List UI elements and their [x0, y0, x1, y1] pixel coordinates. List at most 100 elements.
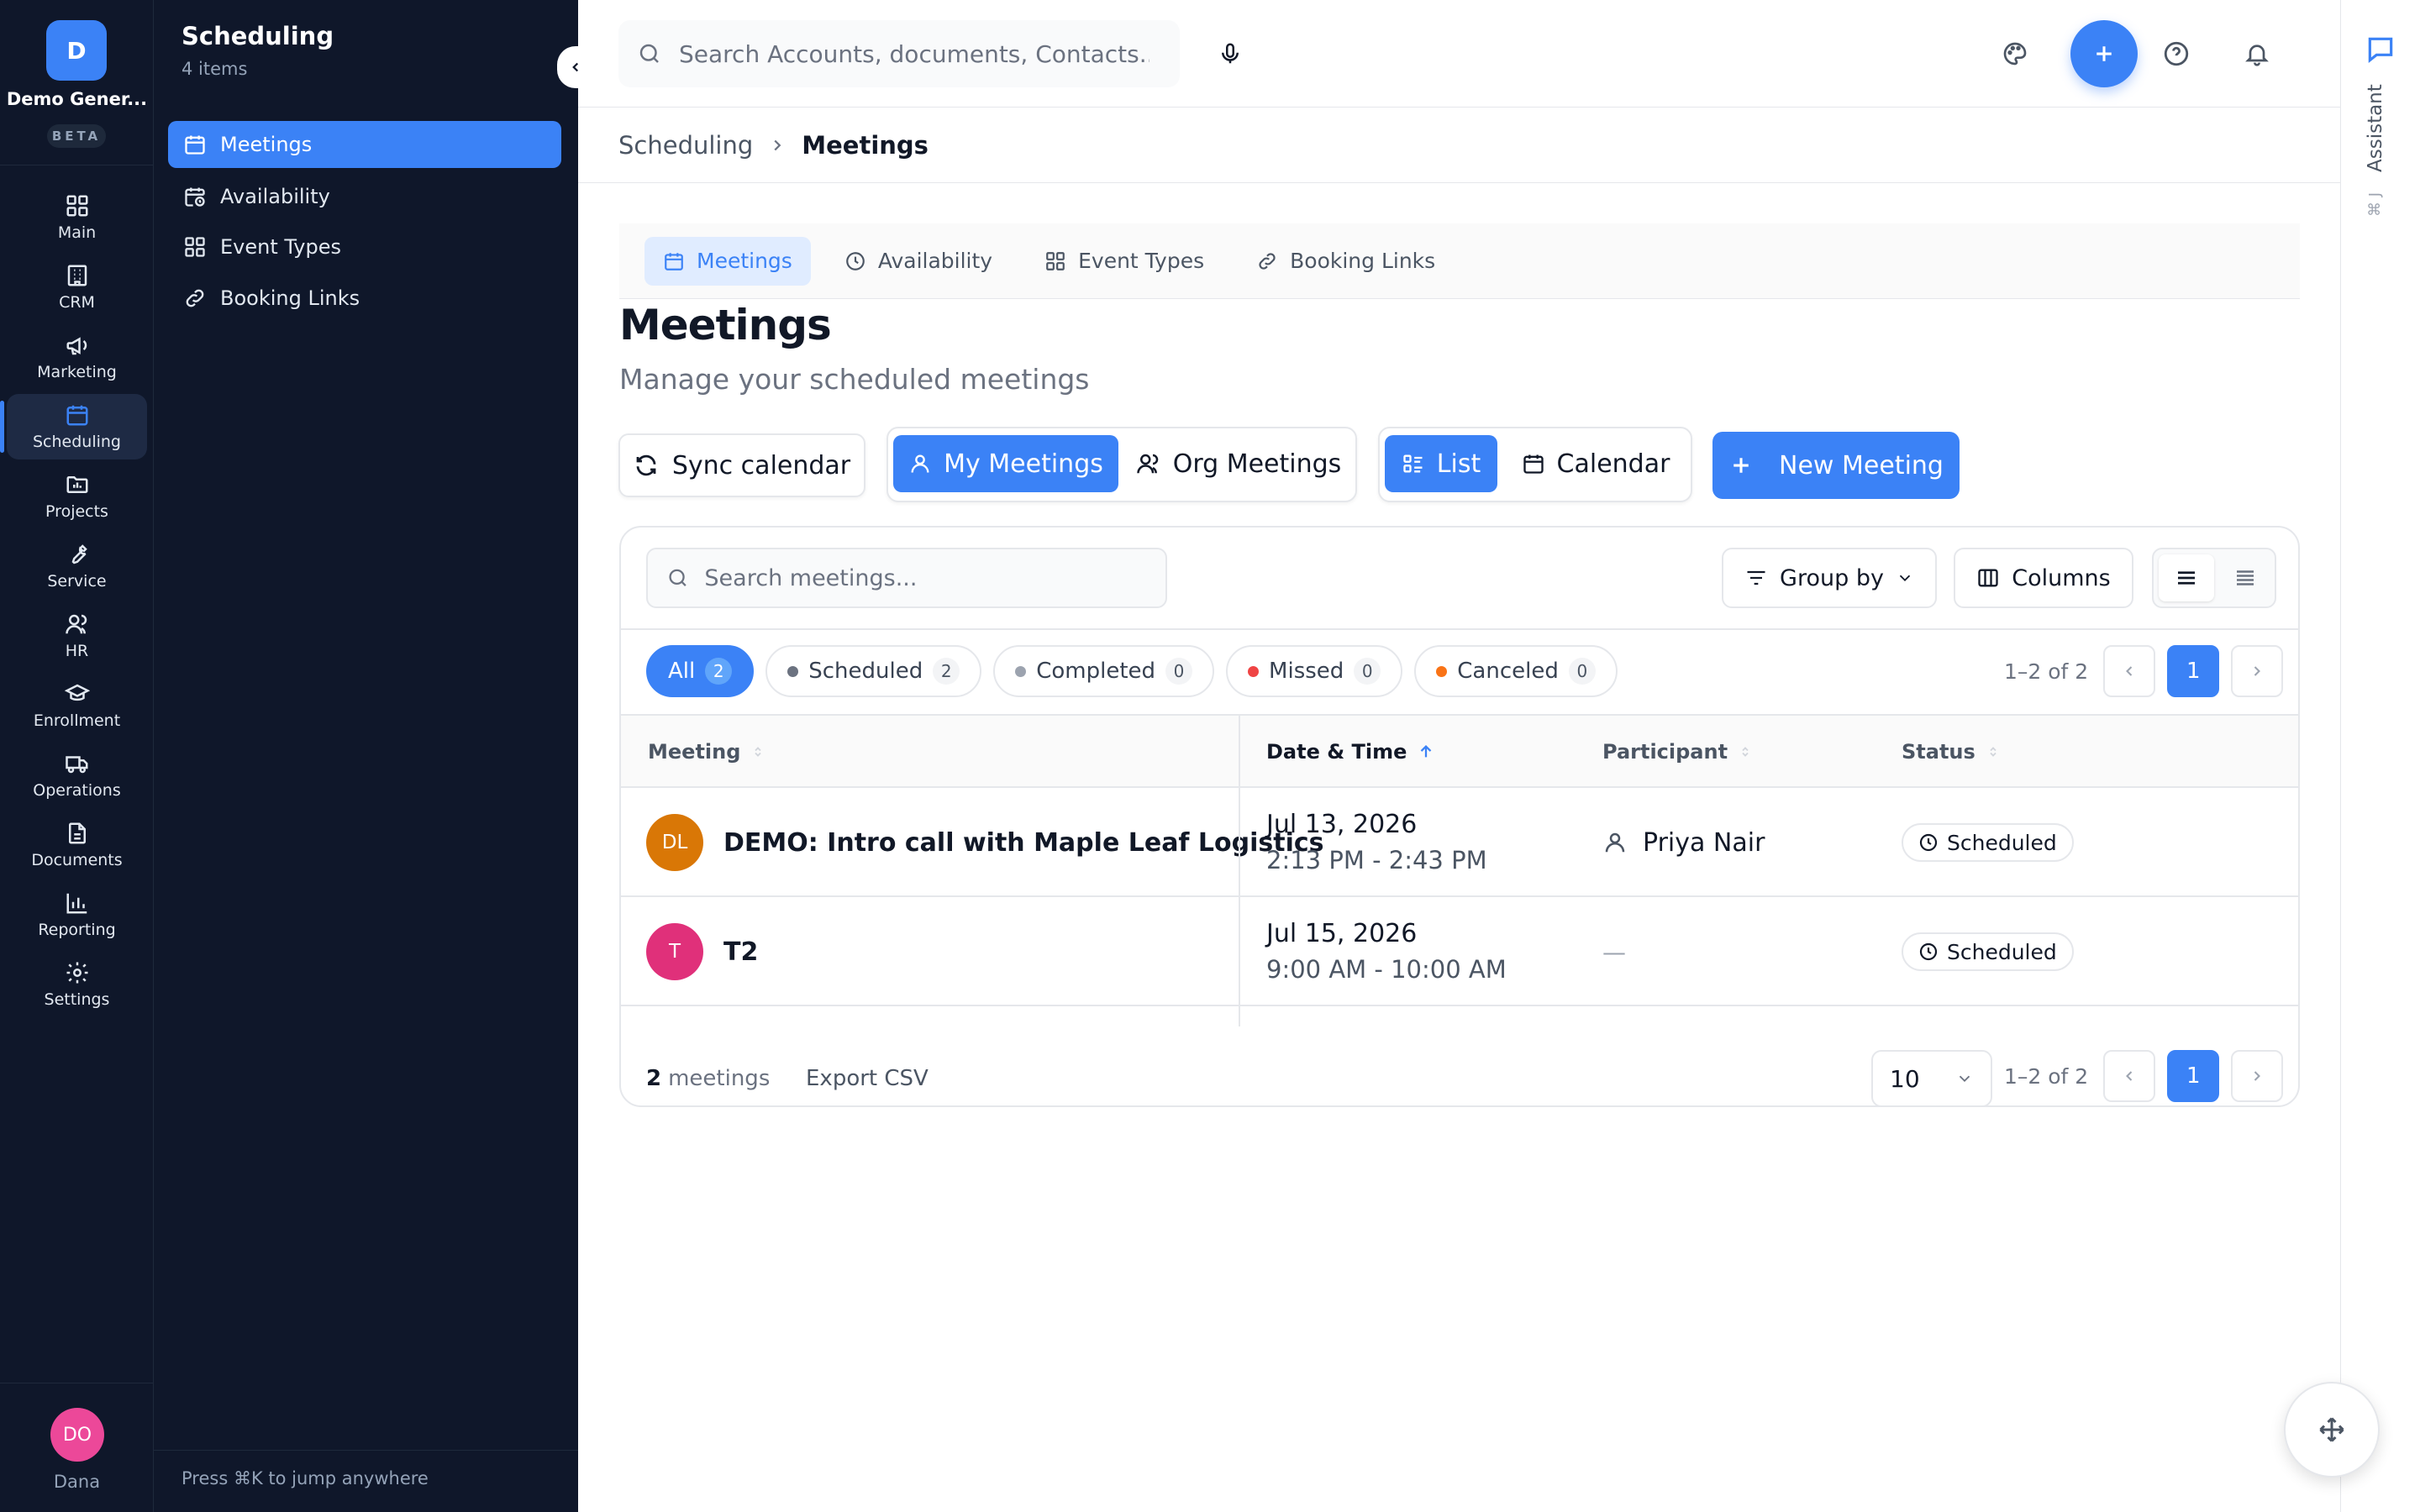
assistant-button[interactable]	[2365, 34, 2396, 66]
density-compact-button[interactable]	[2219, 554, 2271, 601]
table-header: Meeting Date & Time Participant Status	[621, 716, 2298, 788]
column-header-label: Meeting	[648, 740, 741, 764]
column-header-label: Date & Time	[1266, 740, 1407, 764]
user-avatar[interactable]: DO	[50, 1408, 104, 1462]
filter-chip-missed[interactable]: Missed 0	[1226, 645, 1403, 697]
meeting-count: 2 meetings	[646, 1026, 770, 1105]
column-header-status[interactable]: Status	[1902, 716, 2001, 788]
meetings-search-input[interactable]	[704, 564, 1165, 591]
meeting-avatar: DL	[646, 814, 703, 871]
new-meeting-button[interactable]: New Meeting	[1712, 432, 1960, 499]
rail-item-operations[interactable]: Operations	[7, 743, 147, 808]
my-meetings-button[interactable]: My Meetings	[893, 435, 1118, 492]
move-handle-button[interactable]	[2284, 1382, 2380, 1478]
tab-availability[interactable]: Availability	[826, 237, 1011, 286]
notifications-button[interactable]	[2237, 34, 2277, 74]
page-button-1[interactable]: 1	[2167, 645, 2220, 697]
page-size-select[interactable]: 10	[1871, 1050, 1992, 1105]
prev-page-button[interactable]	[2103, 1050, 2156, 1102]
column-header-datetime[interactable]: Date & Time	[1266, 716, 1435, 788]
next-page-button[interactable]	[2231, 645, 2284, 697]
chip-label: Scheduled	[808, 659, 923, 684]
sidebar-item-availability[interactable]: Availability	[168, 173, 561, 220]
filter-chip-canceled[interactable]: Canceled 0	[1414, 645, 1618, 697]
breadcrumb-scheduling[interactable]: Scheduling	[618, 131, 753, 160]
rail-label: Operations	[33, 781, 121, 800]
bar-chart-icon	[66, 893, 87, 914]
assistant-strip: Assistant ⌘ J	[2340, 0, 2420, 1512]
quick-create-button[interactable]	[2070, 20, 2138, 87]
rail-item-marketing[interactable]: Marketing	[7, 324, 147, 390]
move-icon	[2319, 1417, 2344, 1442]
meeting-title[interactable]: DEMO: Intro call with Maple Leaf Logisti…	[723, 788, 1324, 897]
filter-chip-scheduled[interactable]: Scheduled 2	[765, 645, 982, 697]
top-bar	[578, 0, 2340, 108]
workspace-avatar[interactable]: D	[46, 20, 107, 81]
sidebar-item-label: Booking Links	[220, 286, 360, 310]
rail-item-service[interactable]: Service	[7, 533, 147, 599]
column-header-meeting[interactable]: Meeting	[648, 716, 765, 788]
rail-item-settings[interactable]: Settings	[7, 952, 147, 1017]
meetings-search[interactable]	[646, 548, 1167, 608]
column-header-participant[interactable]: Participant	[1602, 716, 1753, 788]
rail-item-crm[interactable]: CRM	[7, 255, 147, 320]
rail-item-projects[interactable]: Projects	[7, 464, 147, 529]
gear-icon	[66, 962, 87, 984]
group-by-label: Group by	[1780, 564, 1884, 591]
rail-item-reporting[interactable]: Reporting	[7, 882, 147, 948]
prev-page-button[interactable]	[2103, 645, 2156, 697]
assistant-label[interactable]: Assistant	[2365, 84, 2386, 172]
help-button[interactable]	[2156, 34, 2196, 74]
sync-calendar-button[interactable]: Sync calendar	[618, 433, 865, 497]
global-search-input[interactable]	[679, 39, 1150, 68]
rows-compact-icon	[2237, 570, 2254, 585]
table-row[interactable]: DL DEMO: Intro call with Maple Leaf Logi…	[621, 788, 2298, 897]
calendar-view-button[interactable]: Calendar	[1506, 435, 1686, 492]
truck-icon	[65, 756, 87, 774]
meeting-time: 9:00 AM - 10:00 AM	[1266, 955, 1507, 984]
tab-meetings[interactable]: Meetings	[644, 236, 811, 286]
sidebar-item-booking-links[interactable]: Booking Links	[168, 275, 561, 322]
command-palette-hint[interactable]: Press ⌘K to jump anywhere	[182, 1468, 429, 1488]
global-search[interactable]	[618, 20, 1180, 87]
org-meetings-button[interactable]: Org Meetings	[1125, 435, 1352, 492]
chevron-right-icon	[2254, 666, 2261, 676]
filter-chip-completed[interactable]: Completed 0	[993, 645, 1215, 697]
rail-item-documents[interactable]: Documents	[7, 812, 147, 878]
meeting-title[interactable]: T2	[723, 897, 758, 1006]
status-dot	[1015, 665, 1027, 677]
page-size-value: 10	[1890, 1064, 1920, 1093]
list-icon	[1403, 454, 1423, 473]
status-label: Scheduled	[1947, 939, 2057, 964]
export-csv-button[interactable]: Export CSV	[806, 1026, 929, 1105]
rail-item-enrollment[interactable]: Enrollment	[7, 673, 147, 738]
list-view-button[interactable]: List	[1385, 435, 1497, 492]
calendar-clock-icon	[185, 187, 205, 207]
group-by-button[interactable]: Group by	[1722, 548, 1937, 608]
table-row[interactable]: T T2 Jul 15, 2026 9:00 AM - 10:00 AM — S…	[621, 897, 2298, 1006]
rail-item-scheduling[interactable]: Scheduling	[0, 394, 147, 459]
participant-name: Priya Nair	[1643, 827, 1765, 858]
voice-search-button[interactable]	[1210, 34, 1250, 74]
rail-item-main[interactable]: Main	[7, 185, 147, 250]
rail-label: Projects	[45, 502, 108, 521]
tab-booking-links[interactable]: Booking Links	[1238, 237, 1454, 286]
sidebar-item-event-types[interactable]: Event Types	[168, 223, 561, 270]
workspace-name[interactable]: Demo Gener...	[0, 89, 154, 109]
sort-icon	[755, 747, 762, 757]
sidebar-item-meetings[interactable]: Meetings	[168, 121, 561, 168]
rail-label: Scheduling	[32, 433, 121, 451]
rail-label: Enrollment	[33, 711, 121, 730]
sidebar-footer-divider	[154, 1450, 578, 1451]
tab-event-types[interactable]: Event Types	[1026, 237, 1223, 286]
new-meeting-label: New Meeting	[1779, 450, 1944, 480]
density-comfortable-button[interactable]	[2159, 554, 2214, 601]
building-icon	[67, 265, 87, 286]
page-button-1[interactable]: 1	[2167, 1050, 2220, 1102]
filter-chip-all[interactable]: All 2	[646, 645, 755, 697]
columns-button[interactable]: Columns	[1954, 548, 2133, 608]
rail-item-hr[interactable]: HR	[7, 603, 147, 669]
collapse-sidebar-button[interactable]	[557, 46, 594, 88]
theme-button[interactable]	[1995, 34, 2035, 74]
next-page-button[interactable]	[2231, 1050, 2284, 1102]
